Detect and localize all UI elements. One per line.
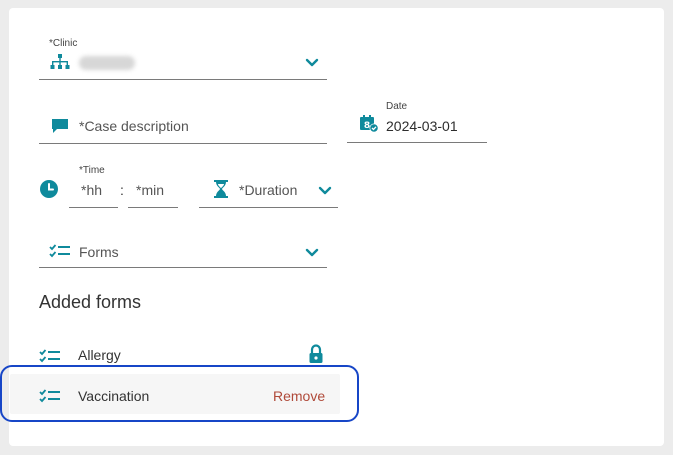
forms-dropdown[interactable]: Forms xyxy=(39,234,327,268)
date-underline xyxy=(347,142,487,143)
date-value: 2024-03-01 xyxy=(386,118,458,134)
clinic-value-redacted xyxy=(79,56,135,70)
lock-icon xyxy=(309,344,323,363)
checklist-icon xyxy=(39,349,60,363)
minutes-placeholder: *min xyxy=(136,182,165,198)
comment-icon xyxy=(52,119,68,133)
minutes-underline xyxy=(128,207,178,208)
case-description-underline xyxy=(39,143,327,144)
clinic-dropdown[interactable]: *Clinic xyxy=(39,34,327,80)
case-description-placeholder: *Case description xyxy=(79,118,189,134)
sitemap-icon xyxy=(50,54,70,69)
svg-text:8: 8 xyxy=(364,121,370,131)
calendar-check-icon: 8 xyxy=(360,115,379,133)
form-name: Allergy xyxy=(78,347,121,363)
hours-input[interactable]: *hh xyxy=(69,178,118,208)
hours-placeholder: *hh xyxy=(81,182,103,198)
hours-underline xyxy=(69,207,118,208)
focus-highlight xyxy=(0,365,359,422)
date-field[interactable]: Date 8 2024-03-01 xyxy=(347,100,487,143)
clinic-label: *Clinic xyxy=(49,38,78,49)
case-description-field[interactable]: *Case description xyxy=(39,108,327,144)
chevron-down-icon xyxy=(305,248,319,257)
forms-placeholder: Forms xyxy=(79,244,119,260)
forms-underline xyxy=(39,267,327,268)
time-label: *Time xyxy=(79,165,105,176)
clock-icon xyxy=(40,180,58,198)
checklist-icon xyxy=(49,244,70,258)
time-separator: : xyxy=(120,182,124,198)
minutes-input[interactable]: *min xyxy=(128,178,178,208)
chevron-down-icon xyxy=(305,58,319,67)
hourglass-icon xyxy=(214,180,228,198)
duration-dropdown[interactable]: *Duration xyxy=(199,172,338,208)
date-label: Date xyxy=(386,101,408,112)
duration-placeholder: *Duration xyxy=(239,182,298,198)
clinic-underline xyxy=(39,79,327,80)
chevron-down-icon xyxy=(318,186,332,195)
added-forms-title: Added forms xyxy=(39,292,142,312)
duration-underline xyxy=(199,207,338,208)
